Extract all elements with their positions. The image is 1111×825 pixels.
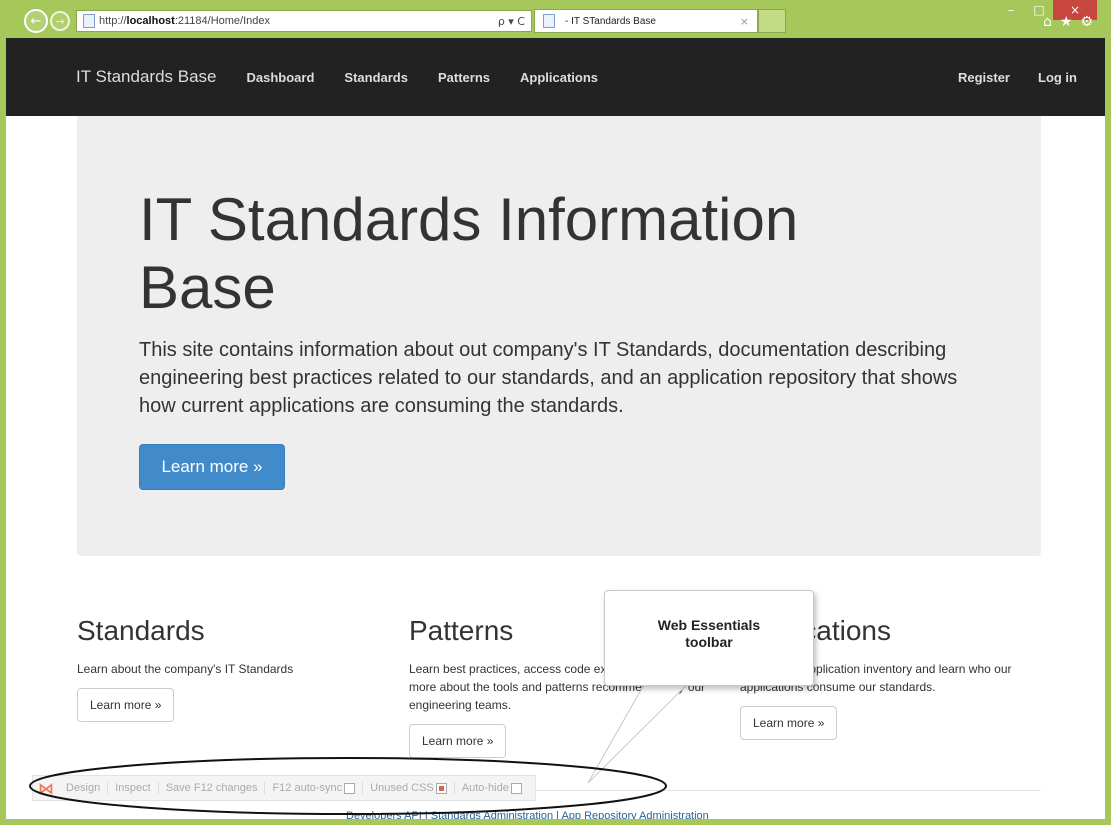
callout-box: Web Essentials toolbar bbox=[604, 590, 814, 686]
page-viewport: IT Standards Base Dashboard Standards Pa… bbox=[6, 38, 1105, 819]
tab-page-icon bbox=[543, 14, 555, 28]
minimize-button[interactable]: – bbox=[997, 0, 1025, 20]
browser-right-icons: ⌂ ★ ⚙ bbox=[1043, 14, 1093, 30]
callout-line-1: Web Essentials bbox=[657, 617, 761, 633]
back-button[interactable]: ← bbox=[24, 9, 48, 33]
home-icon[interactable]: ⌂ bbox=[1043, 14, 1052, 30]
back-arrow-icon: ← bbox=[30, 13, 42, 29]
tab-title: - IT STandards Base bbox=[565, 15, 656, 27]
forward-arrow-icon: → bbox=[55, 14, 65, 28]
title-bar: ← → http://localhost:21184/Home/Index ρ … bbox=[6, 0, 1105, 38]
highlight-ellipse bbox=[29, 757, 667, 815]
url-text: http://localhost:21184/Home/Index bbox=[99, 15, 271, 27]
forward-button[interactable]: → bbox=[50, 11, 70, 31]
page-icon bbox=[83, 14, 95, 28]
gear-icon[interactable]: ⚙ bbox=[1080, 14, 1093, 30]
address-bar[interactable]: http://localhost:21184/Home/Index ρ ▾ C bbox=[76, 10, 532, 32]
browser-tab[interactable]: - IT STandards Base × bbox=[534, 9, 758, 33]
address-row: ← → http://localhost:21184/Home/Index ρ … bbox=[24, 8, 1105, 34]
tab-close-icon[interactable]: × bbox=[740, 15, 749, 28]
search-refresh-icons[interactable]: ρ ▾ C bbox=[498, 15, 525, 28]
new-tab-button[interactable] bbox=[758, 9, 786, 33]
star-icon[interactable]: ★ bbox=[1060, 14, 1073, 30]
callout-pointer bbox=[587, 645, 728, 784]
callout-line-2: toolbar bbox=[685, 634, 733, 650]
browser-window: ← → http://localhost:21184/Home/Index ρ … bbox=[0, 0, 1111, 825]
